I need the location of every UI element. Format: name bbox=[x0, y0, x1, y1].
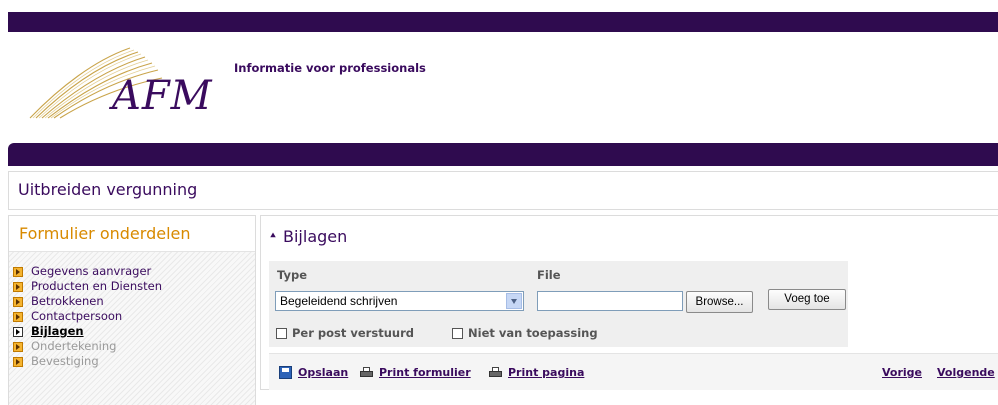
section-header[interactable]: ⯅ Bijlagen bbox=[269, 227, 347, 246]
sidebar-item-contactpersoon[interactable]: Contactpersoon bbox=[13, 309, 162, 324]
sidebar-item-label[interactable]: Betrokkenen bbox=[31, 294, 104, 309]
page-title-box: Uitbreiden vergunning bbox=[8, 171, 998, 210]
not-applicable-checkbox-label: Niet van toepassing bbox=[468, 326, 598, 340]
sidebar-item-bijlagen[interactable]: Bijlagen bbox=[13, 324, 162, 339]
not-applicable-checkbox[interactable] bbox=[452, 327, 463, 339]
logo-text: AFM bbox=[112, 73, 213, 119]
save-link[interactable]: Opslaan bbox=[298, 366, 348, 379]
printer-icon bbox=[360, 367, 373, 378]
afm-logo: AFM bbox=[20, 42, 225, 122]
page-title: Uitbreiden vergunning bbox=[18, 180, 198, 199]
previous-link[interactable]: Vorige bbox=[882, 366, 922, 379]
section-title: Bijlagen bbox=[283, 227, 348, 246]
sidebar-header: Formulier onderdelen bbox=[9, 216, 255, 252]
sidebar: Formulier onderdelen Gegevens aanvrager … bbox=[8, 215, 256, 405]
save-disk-icon bbox=[279, 366, 292, 379]
sidebar-title: Formulier onderdelen bbox=[19, 224, 191, 243]
arrow-box-icon bbox=[13, 341, 23, 352]
attachment-form: Type File Begeleidend schrijven Browse..… bbox=[269, 261, 848, 347]
sidebar-item-label[interactable]: Gegevens aanvrager bbox=[31, 264, 151, 279]
per-post-checkbox[interactable] bbox=[276, 327, 287, 339]
main-panel: ⯅ Bijlagen Type File Begeleidend schrijv… bbox=[260, 215, 998, 390]
next-link[interactable]: Volgende bbox=[937, 366, 995, 379]
per-post-checkbox-row[interactable]: Per post verstuurd bbox=[276, 326, 414, 340]
arrow-box-icon bbox=[13, 296, 23, 307]
sidebar-item-ondertekening: Ondertekening bbox=[13, 339, 162, 354]
sidebar-list: Gegevens aanvrager Producten en Diensten… bbox=[13, 264, 162, 369]
sidebar-item-bevestiging: Bevestiging bbox=[13, 354, 162, 369]
per-post-checkbox-label: Per post verstuurd bbox=[292, 326, 414, 340]
file-path-input[interactable] bbox=[537, 291, 683, 311]
file-label: File bbox=[537, 268, 561, 282]
print-page-link[interactable]: Print pagina bbox=[508, 366, 584, 379]
type-select[interactable]: Begeleidend schrijven bbox=[275, 291, 524, 311]
arrow-box-icon bbox=[13, 356, 23, 367]
top-brand-bar bbox=[8, 12, 998, 32]
print-form-link[interactable]: Print formulier bbox=[379, 366, 471, 379]
bottom-toolbar: Opslaan Print formulier Print pagina Vor… bbox=[269, 353, 998, 390]
sidebar-item-producten-en-diensten[interactable]: Producten en Diensten bbox=[13, 279, 162, 294]
type-label: Type bbox=[277, 268, 308, 282]
sidebar-item-label: Ondertekening bbox=[31, 339, 117, 353]
header-bar bbox=[8, 143, 998, 166]
save-button[interactable]: Opslaan bbox=[279, 366, 348, 379]
not-applicable-checkbox-row[interactable]: Niet van toepassing bbox=[452, 326, 598, 340]
sidebar-item-label[interactable]: Producten en Diensten bbox=[31, 279, 162, 294]
type-select-value: Begeleidend schrijven bbox=[280, 294, 398, 308]
print-page-button[interactable]: Print pagina bbox=[489, 366, 584, 379]
printer-icon bbox=[489, 367, 502, 378]
print-form-button[interactable]: Print formulier bbox=[360, 366, 471, 379]
tagline: Informatie voor professionals bbox=[234, 61, 426, 75]
arrow-box-icon bbox=[13, 326, 23, 337]
sidebar-item-betrokkenen[interactable]: Betrokkenen bbox=[13, 294, 162, 309]
sidebar-item-gegevens-aanvrager[interactable]: Gegevens aanvrager bbox=[13, 264, 162, 279]
double-chevron-up-icon[interactable]: ⯅ bbox=[269, 231, 283, 242]
sidebar-item-label[interactable]: Contactpersoon bbox=[31, 309, 122, 324]
add-attachment-button[interactable]: Voeg toe bbox=[768, 289, 846, 310]
sidebar-item-label[interactable]: Bijlagen bbox=[31, 324, 84, 339]
arrow-box-icon bbox=[13, 281, 23, 292]
arrow-box-icon bbox=[13, 266, 23, 277]
arrow-box-icon bbox=[13, 311, 23, 322]
browse-button[interactable]: Browse... bbox=[686, 291, 753, 313]
chevron-down-icon[interactable] bbox=[506, 293, 522, 309]
sidebar-item-label: Bevestiging bbox=[31, 354, 99, 368]
